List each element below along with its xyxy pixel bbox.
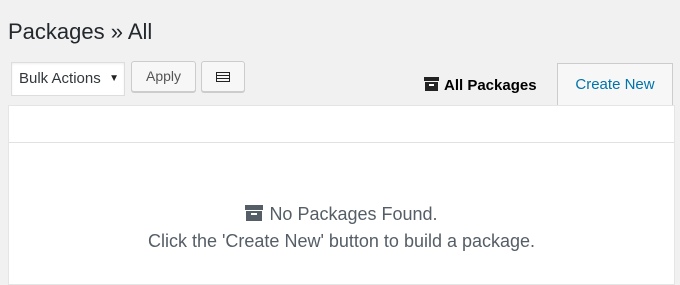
archive-icon	[245, 205, 264, 221]
bulk-actions-value: Bulk Actions	[19, 70, 101, 87]
all-packages-label: All Packages	[444, 77, 537, 94]
all-packages-filter: All Packages	[424, 77, 537, 95]
empty-state-message: Click the 'Create New' button to build a…	[147, 231, 536, 251]
grid-view-button[interactable]	[201, 61, 245, 92]
table-header-row	[9, 106, 674, 143]
page-title: Packages » All	[8, 19, 153, 44]
archive-icon	[424, 77, 439, 91]
bulk-actions-select[interactable]: Bulk Actions ▼	[11, 62, 125, 96]
apply-button[interactable]: Apply	[131, 61, 196, 92]
empty-state-title-text: No Packages Found.	[269, 204, 438, 224]
grid-icon	[216, 72, 230, 82]
empty-state-title: No Packages Found.	[9, 203, 674, 225]
caret-down-icon: ▼	[109, 73, 119, 84]
packages-table: No Packages Found. Click the 'Create New…	[8, 105, 675, 285]
create-new-button[interactable]: Create New	[557, 63, 673, 105]
